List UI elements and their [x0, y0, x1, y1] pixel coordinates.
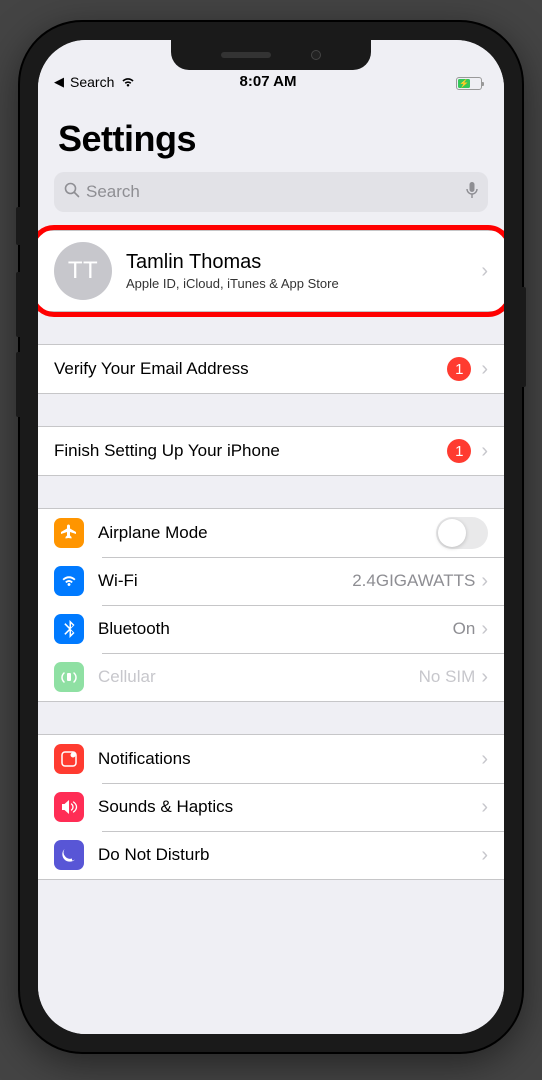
airplane-icon [54, 518, 84, 548]
verify-email-label: Verify Your Email Address [54, 359, 447, 379]
search-icon [64, 182, 80, 203]
bluetooth-icon [54, 614, 84, 644]
bluetooth-label: Bluetooth [98, 619, 453, 639]
notifications-label: Notifications [98, 749, 481, 769]
screen: ◀ Search 8:07 AM ⚡ Settings [38, 40, 504, 1034]
cellular-value: No SIM [419, 667, 476, 687]
sounds-icon [54, 792, 84, 822]
status-time: 8:07 AM [197, 73, 340, 90]
profile-subtitle: Apple ID, iCloud, iTunes & App Store [126, 276, 481, 291]
sounds-label: Sounds & Haptics [98, 797, 481, 817]
bluetooth-row[interactable]: Bluetooth On › [38, 605, 504, 653]
back-arrow-icon[interactable]: ◀ [54, 74, 64, 90]
airplane-toggle[interactable] [436, 517, 488, 549]
chevron-right-icon: › [481, 618, 488, 641]
speaker [221, 52, 271, 58]
dnd-label: Do Not Disturb [98, 845, 481, 865]
chevron-right-icon: › [481, 666, 488, 689]
finish-setup-section: Finish Setting Up Your iPhone 1 › [38, 426, 504, 476]
notifications-icon [54, 744, 84, 774]
wifi-icon [120, 76, 136, 88]
airplane-mode-row[interactable]: Airplane Mode [38, 509, 504, 557]
volume-down-button [16, 352, 20, 417]
badge: 1 [447, 357, 471, 381]
battery-icon: ⚡ [456, 77, 482, 90]
chevron-right-icon: › [481, 570, 488, 593]
verify-email-section: Verify Your Email Address 1 › [38, 344, 504, 394]
airplane-label: Airplane Mode [98, 523, 436, 543]
cellular-row[interactable]: Cellular No SIM › [38, 653, 504, 701]
mute-switch [16, 207, 20, 245]
profile-name: Tamlin Thomas [126, 251, 481, 274]
wifi-value: 2.4GIGAWATTS [352, 571, 475, 591]
apple-id-row[interactable]: TT Tamlin Thomas Apple ID, iCloud, iTune… [38, 231, 504, 311]
bluetooth-value: On [453, 619, 476, 639]
phone-frame: ◀ Search 8:07 AM ⚡ Settings [20, 22, 522, 1052]
settings-content[interactable]: Settings TT Tamlin Thomas Apple ID, iClo… [38, 94, 504, 1034]
avatar: TT [54, 242, 112, 300]
notch [171, 40, 371, 70]
microphone-icon[interactable] [466, 181, 478, 204]
chevron-right-icon: › [481, 748, 488, 771]
status-back-label[interactable]: Search [70, 74, 114, 90]
chevron-right-icon: › [481, 260, 488, 283]
dnd-row[interactable]: Do Not Disturb › [38, 831, 504, 879]
sounds-row[interactable]: Sounds & Haptics › [38, 783, 504, 831]
wifi-label: Wi-Fi [98, 571, 352, 591]
profile-section: TT Tamlin Thomas Apple ID, iCloud, iTune… [38, 230, 504, 312]
wifi-row[interactable]: Wi-Fi 2.4GIGAWATTS › [38, 557, 504, 605]
cellular-icon [54, 662, 84, 692]
network-section: Airplane Mode Wi-Fi 2.4GIGAWATTS › Bluet… [38, 508, 504, 702]
wifi-settings-icon [54, 566, 84, 596]
front-camera [311, 50, 321, 60]
chevron-right-icon: › [481, 440, 488, 463]
notifications-row[interactable]: Notifications › [38, 735, 504, 783]
finish-setup-row[interactable]: Finish Setting Up Your iPhone 1 › [38, 427, 504, 475]
chevron-right-icon: › [481, 358, 488, 381]
chevron-right-icon: › [481, 844, 488, 867]
page-title: Settings [38, 94, 504, 168]
verify-email-row[interactable]: Verify Your Email Address 1 › [38, 345, 504, 393]
chevron-right-icon: › [481, 796, 488, 819]
badge: 1 [447, 439, 471, 463]
search-box[interactable] [54, 172, 488, 212]
cellular-label: Cellular [98, 667, 419, 687]
general-section: Notifications › Sounds & Haptics › Do No… [38, 734, 504, 880]
volume-up-button [16, 272, 20, 337]
finish-setup-label: Finish Setting Up Your iPhone [54, 441, 447, 461]
dnd-icon [54, 840, 84, 870]
search-input[interactable] [86, 182, 466, 202]
power-button [522, 287, 526, 387]
